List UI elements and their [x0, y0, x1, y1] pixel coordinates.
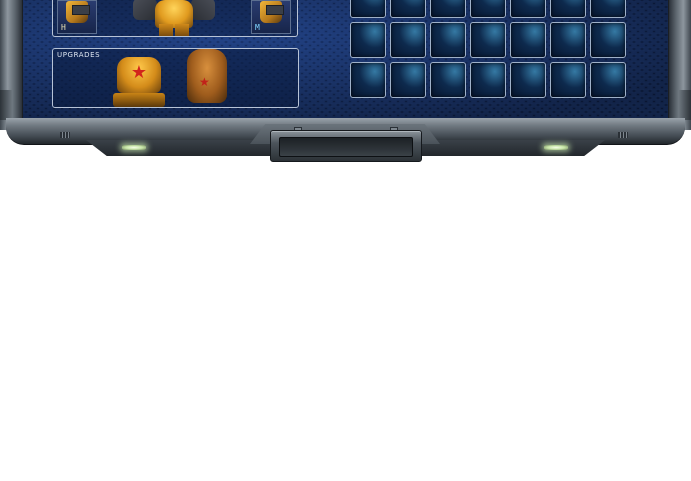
inventory-slot[interactable] — [390, 22, 426, 58]
inventory-slot[interactable] — [550, 22, 586, 58]
inventory-slot[interactable] — [550, 0, 586, 18]
left-status-light — [122, 145, 146, 150]
inventory-slot[interactable] — [350, 62, 386, 98]
mech-leg-right — [175, 24, 189, 36]
gun-icon — [72, 5, 90, 15]
vent-grille-left — [60, 132, 70, 138]
frame-left-notch — [0, 90, 12, 120]
inventory-slot[interactable] — [510, 62, 546, 98]
gold-mech-portrait — [129, 0, 219, 36]
red-star-icon: ★ — [130, 62, 148, 83]
mech-shoulder-right — [191, 0, 215, 20]
vent-grille-right — [618, 132, 628, 138]
metal-frame: H M UPGRADES ★ ★ — [0, 0, 691, 162]
mech-shoulder-left — [133, 0, 157, 20]
inventory-slot[interactable] — [430, 0, 466, 18]
mech-hunter-thumbnail[interactable]: H — [57, 0, 97, 34]
hero-panel: H M — [52, 0, 298, 37]
inventory-slot[interactable] — [590, 0, 626, 18]
inventory-slot[interactable] — [430, 62, 466, 98]
inventory-slot[interactable] — [550, 62, 586, 98]
launcher-icon — [266, 5, 284, 15]
inventory-slot[interactable] — [350, 22, 386, 58]
inventory-slot[interactable] — [390, 0, 426, 18]
inventory-slot[interactable] — [430, 22, 466, 58]
mech-missile-thumbnail[interactable]: M — [251, 0, 291, 34]
inventory-slot[interactable] — [510, 22, 546, 58]
bronze-mech-icon[interactable]: ★ — [181, 49, 233, 107]
red-star-mech-icon[interactable]: ★ — [109, 55, 169, 107]
thumbnail-letter-h: H — [61, 23, 66, 32]
thumbnail-letter-m: M — [255, 23, 260, 32]
inventory-slot[interactable] — [470, 22, 506, 58]
center-panel-button[interactable] — [270, 130, 422, 162]
frame-right-notch — [679, 90, 691, 120]
right-status-light — [544, 145, 568, 150]
inventory-slot[interactable] — [510, 0, 546, 18]
mech-leg-left — [159, 24, 173, 36]
inventory-slot[interactable] — [470, 62, 506, 98]
upgrade-mech-feet — [113, 93, 165, 107]
center-button-inset — [279, 137, 413, 157]
upgrades-panel: UPGRADES ★ ★ — [52, 48, 299, 108]
inventory-slot[interactable] — [390, 62, 426, 98]
red-star-icon: ★ — [199, 75, 210, 89]
inventory-slot[interactable] — [350, 0, 386, 18]
inventory-slot[interactable] — [470, 0, 506, 18]
game-screen: H M UPGRADES ★ ★ — [0, 0, 691, 481]
upgrades-label: UPGRADES — [57, 51, 101, 59]
inventory-slot[interactable] — [590, 22, 626, 58]
inventory-slot[interactable] — [590, 62, 626, 98]
